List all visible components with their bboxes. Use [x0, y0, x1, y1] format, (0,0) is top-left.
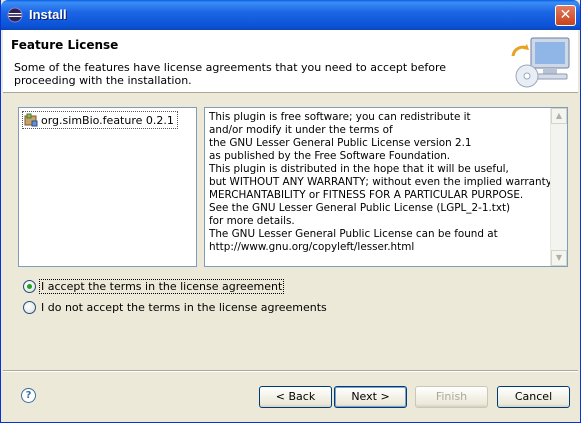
button-bar-separator [3, 370, 578, 372]
title-bar[interactable]: Install ✕ [1, 0, 580, 30]
list-item[interactable]: org.simBio.feature 0.2.1 [22, 111, 178, 129]
page-title: Feature License [11, 38, 119, 52]
decline-option[interactable]: I do not accept the terms in the license… [23, 301, 329, 314]
plugin-icon [24, 113, 38, 127]
scroll-down-icon[interactable]: ▼ [551, 250, 567, 266]
accept-option[interactable]: I accept the terms in the license agreem… [23, 279, 285, 294]
eclipse-icon [7, 7, 23, 23]
back-button[interactable]: < Back [259, 386, 332, 408]
accept-label[interactable]: I accept the terms in the license agreem… [39, 279, 285, 294]
accept-radio[interactable] [23, 280, 36, 293]
next-button[interactable]: Next > [334, 386, 407, 408]
license-text-area[interactable]: This plugin is free software; you can re… [204, 107, 568, 267]
vertical-scrollbar[interactable]: ▲ ▼ [550, 108, 567, 266]
feature-label: org.simBio.feature 0.2.1 [41, 113, 174, 127]
close-button[interactable]: ✕ [555, 5, 576, 26]
install-dialog: Install ✕ Feature License Some of the fe… [0, 0, 581, 423]
license-text: This plugin is free software; you can re… [209, 111, 565, 253]
decline-radio[interactable] [23, 301, 36, 314]
decline-label[interactable]: I do not accept the terms in the license… [39, 301, 329, 314]
page-header: Feature License Some of the features hav… [3, 30, 578, 93]
scroll-up-icon[interactable]: ▲ [551, 108, 567, 124]
feature-list[interactable]: org.simBio.feature 0.2.1 [18, 107, 197, 267]
help-icon[interactable]: ? [21, 388, 36, 403]
window-title: Install [29, 7, 67, 22]
finish-button[interactable]: Finish [415, 386, 488, 408]
cancel-button[interactable]: Cancel [497, 386, 570, 408]
install-computer-icon [511, 37, 570, 88]
page-description: Some of the features have license agreem… [14, 61, 447, 87]
